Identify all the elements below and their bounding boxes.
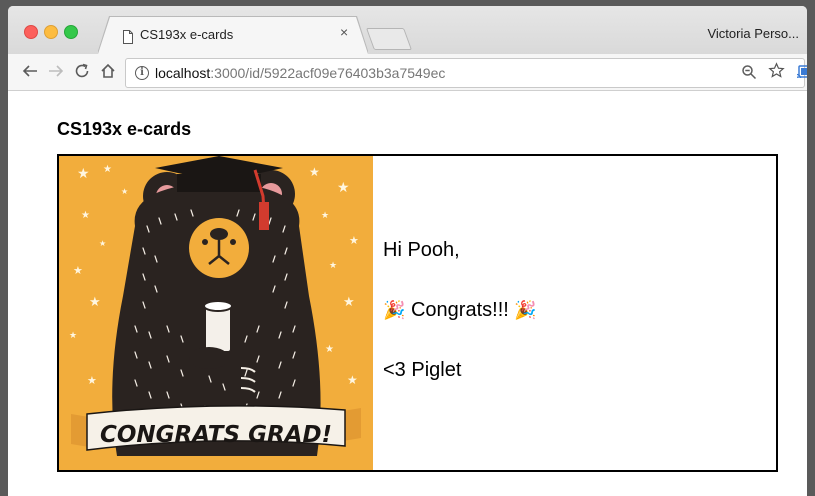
svg-text:★: ★ [99,239,106,248]
url-host: localhost [155,65,211,81]
back-arrow-icon[interactable] [22,63,38,82]
svg-text:★: ★ [121,187,128,196]
party-popper-icon: 🎉 [383,300,406,320]
ecard: ★ ★ ★ ★ ★ ★ ★ ★ ★ ★ ★ ★ ★ ★ ★ ★ ★ CONGRA… [57,154,778,472]
url-path: :3000/id/5922acf09e76403b3a7549ec [210,65,446,81]
tab-close-icon[interactable]: × [340,25,348,39]
party-popper-icon: 🎉 [514,300,537,320]
card-congrats-text: Congrats!!! [410,299,509,321]
svg-text:★: ★ [347,373,358,387]
profile-name[interactable]: Victoria Perso... [707,26,799,41]
home-icon[interactable] [100,63,116,82]
svg-text:★: ★ [343,295,355,310]
svg-text:★: ★ [77,166,90,182]
page-content: CS193x e-cards ★ ★ ★ ★ ★ ★ ★ ★ ★ ★ ★ ★ ★… [8,91,807,496]
svg-text:★: ★ [329,261,337,271]
svg-text:★: ★ [73,264,83,277]
info-icon[interactable]: i [135,66,149,80]
cast-icon[interactable] [796,65,807,83]
page-icon [122,30,134,49]
tab-title[interactable]: CS193x e-cards [140,27,233,42]
svg-text:★: ★ [321,211,329,221]
svg-text:★: ★ [87,374,97,387]
zoom-icon[interactable] [741,64,757,84]
card-greeting: Hi Pooh, [383,239,460,261]
forward-arrow-icon[interactable] [48,63,64,82]
card-image: ★ ★ ★ ★ ★ ★ ★ ★ ★ ★ ★ ★ ★ ★ ★ ★ ★ CONGRA… [59,156,373,470]
browser-toolbar: i localhost:3000/id/5922acf09e76403b3a75… [8,54,807,91]
svg-text:★: ★ [337,180,350,196]
browser-window: CS193x e-cards × Victoria Perso... i loc… [8,6,807,496]
svg-text:★: ★ [103,164,112,175]
svg-text:★: ★ [349,234,359,247]
address-bar[interactable]: i localhost:3000/id/5922acf09e76403b3a75… [125,58,807,88]
bear-illustration: ★ ★ ★ ★ ★ ★ ★ ★ ★ ★ ★ ★ ★ ★ ★ ★ ★ CONGRA… [59,156,373,470]
reload-icon[interactable] [74,63,90,82]
svg-text:★: ★ [69,331,77,341]
close-window-button[interactable] [24,25,38,39]
svg-text:★: ★ [81,210,90,221]
svg-text:★: ★ [89,295,101,310]
new-tab-button[interactable] [365,28,413,50]
tab-strip: CS193x e-cards × Victoria Perso... [8,6,807,55]
svg-text:★: ★ [309,165,320,179]
bookmark-star-icon[interactable] [768,62,785,84]
card-image-caption: CONGRATS GRAD! [100,422,332,448]
card-congrats-line: 🎉 Congrats!!! 🎉 [383,299,537,322]
maximize-window-button[interactable] [64,25,78,39]
url-text[interactable]: localhost:3000/id/5922acf09e76403b3a7549… [155,65,445,81]
minimize-window-button[interactable] [44,25,58,39]
svg-text:★: ★ [325,344,334,355]
page-heading: CS193x e-cards [57,119,192,139]
card-signature: <3 Piglet [383,359,462,381]
